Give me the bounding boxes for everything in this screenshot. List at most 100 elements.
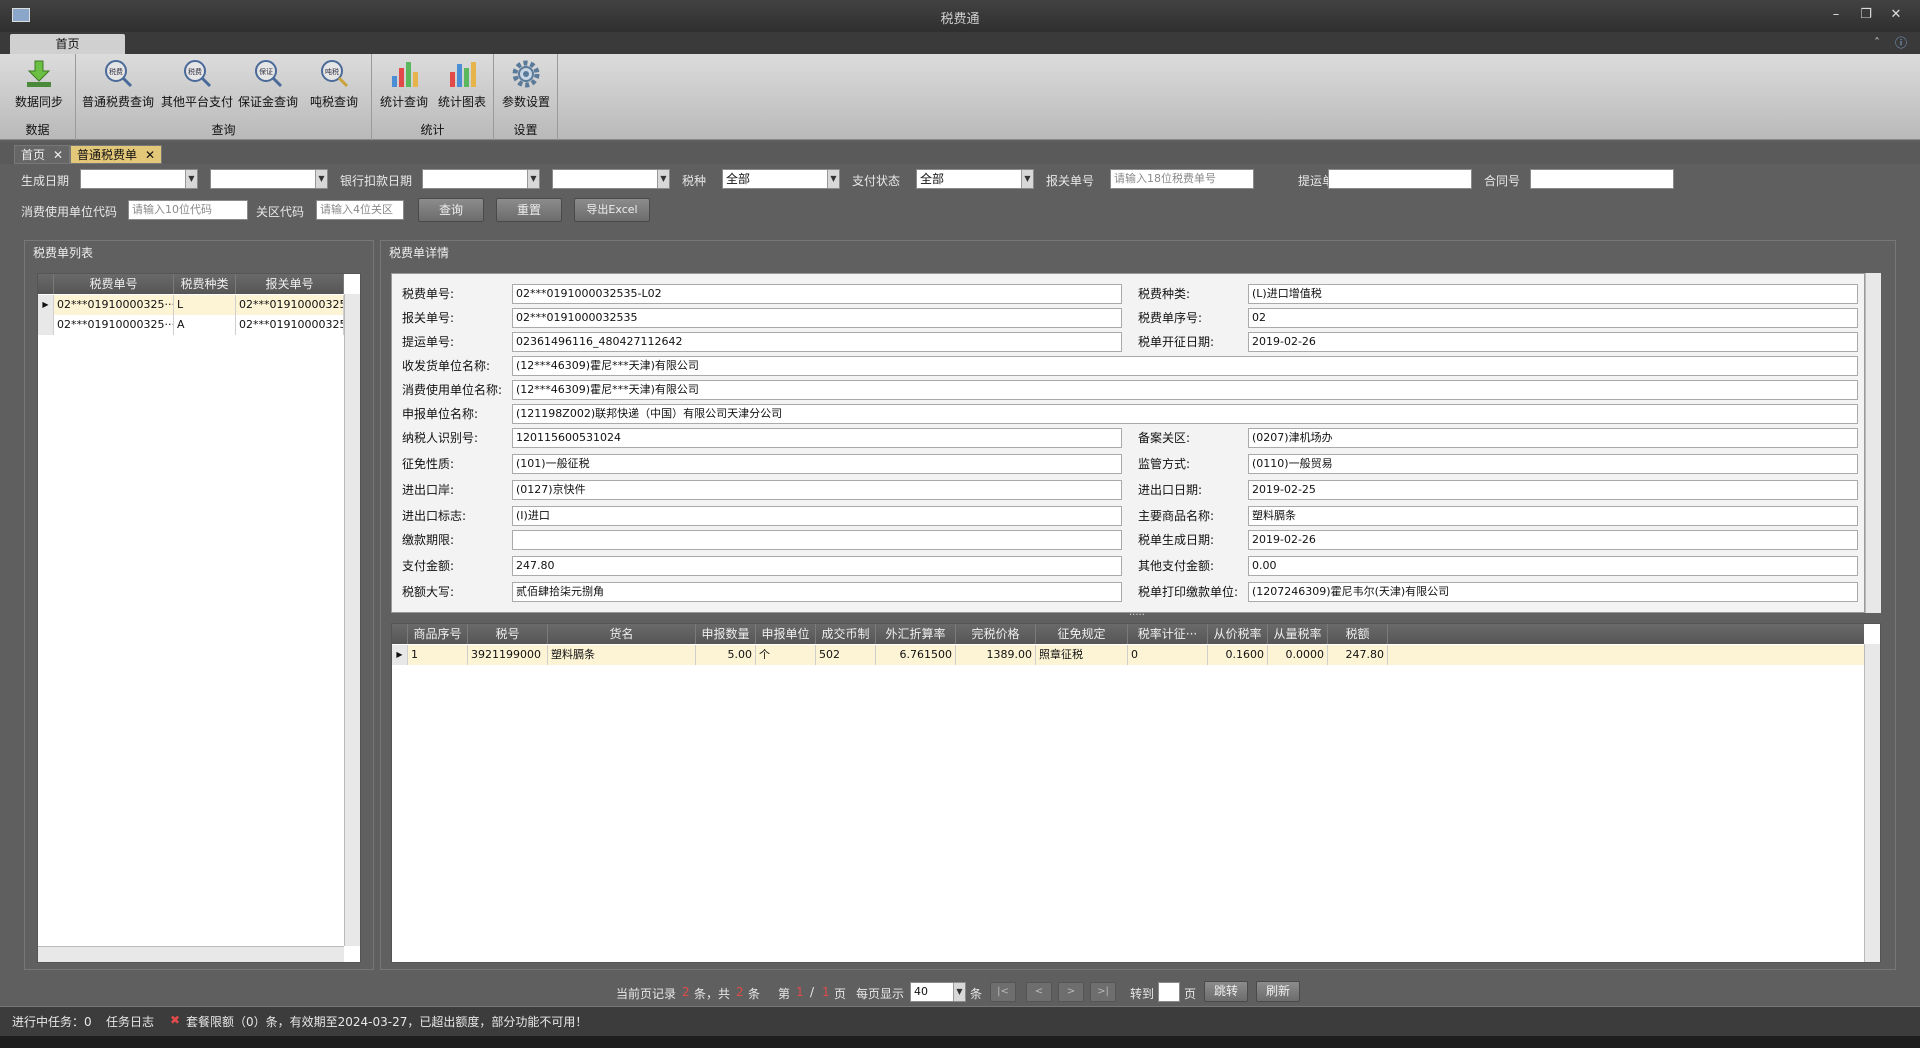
column-header[interactable]: 税号 [468, 624, 548, 644]
chevron-down-icon[interactable]: ▼ [315, 170, 327, 188]
column-header[interactable]: 从价税率 [1208, 624, 1268, 644]
reset-button[interactable]: 重置 [496, 198, 562, 222]
column-header[interactable]: 征免规定 [1036, 624, 1128, 644]
column-header[interactable]: 从量税率 [1268, 624, 1328, 644]
column-header[interactable]: 外汇折算率 [876, 624, 956, 644]
deposit-query-button[interactable]: 保证 保证金查询 [236, 58, 300, 114]
close-icon[interactable]: ✕ [53, 148, 63, 162]
bank-date-start-picker[interactable]: ▼ [422, 169, 540, 189]
gen-date-start-picker[interactable]: ▼ [80, 169, 198, 189]
goto-page-input[interactable] [1158, 982, 1180, 1002]
sync-data-button[interactable]: 数据同步 [8, 58, 70, 114]
close-icon[interactable]: ✕ [1886, 6, 1906, 24]
column-header[interactable]: 申报单位 [756, 624, 816, 644]
table-row[interactable]: 02***01910000325··· A 02***0191000032535 [38, 315, 344, 335]
gen-date-end-picker[interactable]: ▼ [210, 169, 328, 189]
column-header[interactable]: 税率计征··· [1128, 624, 1208, 644]
jump-button[interactable]: 跳转 [1204, 981, 1248, 1002]
minimize-icon[interactable]: – [1826, 6, 1846, 24]
status-bar: 进行中任务：0 任务日志 ✖ 套餐限额（0）条，有效期至2024-03-27，已… [0, 1006, 1920, 1036]
field-value[interactable]: 02361496116_480427112642 [512, 332, 1122, 352]
bank-date-end-picker[interactable]: ▼ [552, 169, 670, 189]
vertical-scrollbar[interactable] [1864, 644, 1880, 962]
column-header[interactable]: 完税价格 [956, 624, 1036, 644]
column-header[interactable]: 报关单号 [236, 274, 344, 294]
chevron-down-icon[interactable]: ▼ [953, 983, 965, 1001]
status-message: 套餐限额（0）条，有效期至2024-03-27，已超出额度，部分功能不可用！ [186, 1015, 588, 1029]
horizontal-scrollbar[interactable] [38, 946, 344, 962]
field-value[interactable] [512, 530, 1122, 550]
restore-icon[interactable]: ❐ [1856, 6, 1876, 24]
chevron-down-icon[interactable]: ▼ [657, 170, 669, 188]
stats-query-button[interactable]: 统计查询 [376, 58, 432, 114]
tonnage-tax-query-button[interactable]: 吨税 吨税查询 [304, 58, 364, 114]
chevron-down-icon[interactable]: ▼ [185, 170, 197, 188]
doc-tab-normal-tax[interactable]: 普通税费单 ✕ [70, 145, 163, 164]
splitter-handle[interactable]: ..... [1129, 607, 1145, 618]
collapse-ribbon-icon[interactable]: ˆ [1868, 34, 1886, 52]
field-value[interactable]: (I)进口 [512, 506, 1122, 526]
detail-form: 税费单号: 02***0191000032535-L02 税费种类: (L)进口… [391, 273, 1865, 613]
field-value[interactable]: (0110)一般贸易 [1248, 454, 1858, 474]
export-excel-button[interactable]: 导出Excel [574, 198, 650, 222]
column-header[interactable]: 成交币制 [816, 624, 876, 644]
first-page-button[interactable]: |< [990, 982, 1016, 1002]
chevron-down-icon[interactable]: ▼ [527, 170, 539, 188]
refresh-button[interactable]: 刷新 [1256, 981, 1300, 1002]
field-value[interactable]: (101)一般征税 [512, 454, 1122, 474]
ribbon-tab-home[interactable]: 首页 [10, 34, 125, 54]
close-icon[interactable]: ✕ [145, 148, 155, 162]
consumer-code-input[interactable]: 请输入10位代码 [128, 200, 248, 220]
column-header[interactable]: 税费单号 [54, 274, 174, 294]
normal-tax-query-button[interactable]: 税费 普通税费查询 [78, 58, 158, 114]
table-cell: L [174, 295, 236, 315]
field-value[interactable]: 02 [1248, 308, 1858, 328]
chevron-down-icon[interactable]: ▼ [827, 170, 839, 188]
help-icon[interactable]: ⓘ [1892, 34, 1910, 52]
field-value[interactable]: 02***0191000032535-L02 [512, 284, 1122, 304]
next-page-button[interactable]: > [1058, 982, 1084, 1002]
bill-no-input[interactable] [1328, 169, 1472, 189]
field-value[interactable]: (0127)京快件 [512, 480, 1122, 500]
column-header[interactable]: 商品序号 [408, 624, 468, 644]
tax-type-select[interactable]: 全部 ▼ [722, 169, 840, 189]
table-row[interactable]: ▶ 1 3921199000 塑料膈条 5.00 个 502 6.761500 … [392, 645, 1864, 665]
field-value[interactable]: (12***46309)霍尼***天津)有限公司 [512, 380, 1858, 400]
chevron-down-icon[interactable]: ▼ [1021, 170, 1033, 188]
doc-tab-home[interactable]: 首页 ✕ [14, 145, 71, 164]
field-value[interactable]: 塑料膈条 [1248, 506, 1858, 526]
customs-code-input[interactable]: 请输入4位关区 [316, 200, 404, 220]
column-header[interactable]: 税额 [1328, 624, 1388, 644]
stats-chart-button[interactable]: 统计图表 [434, 58, 490, 114]
field-value[interactable]: 120115600531024 [512, 428, 1122, 448]
field-value[interactable]: (0207)津机场办 [1248, 428, 1858, 448]
last-page-button[interactable]: >| [1090, 982, 1116, 1002]
per-page-select[interactable]: 40 ▼ [910, 982, 966, 1002]
field-value[interactable]: 2019-02-26 [1248, 530, 1858, 550]
prev-page-button[interactable]: < [1026, 982, 1052, 1002]
field-value[interactable]: 02***0191000032535 [512, 308, 1122, 328]
vertical-scrollbar[interactable] [344, 294, 360, 946]
task-log-link[interactable]: 任务日志 [106, 1013, 154, 1030]
table-row[interactable]: ▶ 02***01910000325··· L 02***01910000325… [38, 295, 344, 315]
other-platform-pay-button[interactable]: 税费 其他平台支付 [160, 58, 234, 114]
field-value[interactable]: 2019-02-26 [1248, 332, 1858, 352]
field-value[interactable]: (1207246309)霍尼韦尔(天津)有限公司 [1248, 582, 1858, 602]
field-value[interactable]: 2019-02-25 [1248, 480, 1858, 500]
field-value[interactable]: (12***46309)霍尼***天津)有限公司 [512, 356, 1858, 376]
param-settings-button[interactable]: 参数设置 [498, 58, 554, 114]
field-value[interactable]: 0.00 [1248, 556, 1858, 576]
customs-code-label: 关区代码 [256, 205, 305, 219]
vertical-scrollbar[interactable] [1865, 273, 1881, 613]
field-value[interactable]: (121198Z002)联邦快递（中国）有限公司天津分公司 [512, 404, 1858, 424]
field-value[interactable]: 贰佰肆拾柒元捌角 [512, 582, 1122, 602]
column-header[interactable]: 税费种类 [174, 274, 236, 294]
search-button[interactable]: 查询 [418, 198, 484, 222]
column-header[interactable]: 申报数量 [696, 624, 756, 644]
field-value[interactable]: 247.80 [512, 556, 1122, 576]
column-header[interactable]: 货名 [548, 624, 696, 644]
pay-status-select[interactable]: 全部 ▼ [916, 169, 1034, 189]
field-value[interactable]: (L)进口增值税 [1248, 284, 1858, 304]
decl-no-input[interactable]: 请输入18位税费单号 [1110, 169, 1254, 189]
contract-input[interactable] [1530, 169, 1674, 189]
